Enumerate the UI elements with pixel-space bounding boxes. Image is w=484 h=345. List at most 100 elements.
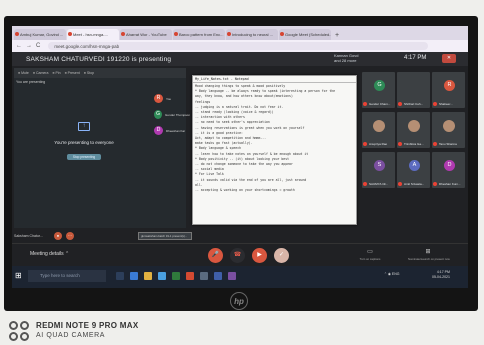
mic-muted-icon (433, 182, 437, 186)
meeting-clock: 4:17 PM (404, 55, 427, 61)
browser-tab[interactable]: Introducing to neural ... (226, 29, 278, 40)
taskbar-date: 05-04-2021 (432, 275, 450, 279)
participant-tile[interactable]: Shrihari Ceh... (397, 72, 430, 108)
present-now-label: Nominate/Launch on present now (408, 257, 450, 261)
participant-photo (373, 120, 385, 132)
mini-stop[interactable]: Stop (84, 71, 94, 75)
store-icon[interactable] (158, 272, 166, 280)
address-bar: ← → C meet.google.com/hsn-mnga-pab (12, 40, 468, 52)
notepad-title: My_Life_Notes.txt - Notepad (193, 76, 356, 83)
avatar: G (154, 110, 163, 119)
captions-label: Turn on captions (359, 257, 381, 261)
mic-off-icon[interactable]: ● (54, 232, 62, 240)
mic-muted-icon (433, 142, 437, 146)
avatar: R (444, 80, 455, 91)
edge-icon[interactable] (130, 272, 138, 280)
participant-tile[interactable]: G Gender Cham... (362, 72, 395, 108)
photo: Ambuj Kumar, Govind ... Meet - hsn-mnga-… (0, 0, 484, 345)
browser-tab[interactable]: Google Meet (Scheduled... (279, 29, 331, 40)
mic-muted-icon (363, 142, 367, 146)
mic-muted-icon (398, 102, 402, 106)
captions-icon: ▭ (367, 249, 373, 255)
doc-line: -- accepting & working on your shortcomi… (195, 188, 295, 193)
participant-tile[interactable]: D Dheshan Kum... (432, 152, 465, 188)
meet-window: SAKSHAM CHATURVEDI 191220 is presenting … (12, 52, 468, 266)
presenting-small-label: You are presenting (16, 80, 46, 84)
word-icon[interactable] (214, 272, 222, 280)
browser-tab-active[interactable]: Meet - hsn-mnga-... (67, 29, 119, 40)
self-name: Saksham Chatur... (14, 234, 43, 238)
watermark-camera: AI QUAD CAMERA (36, 332, 106, 339)
app-icon[interactable] (200, 272, 208, 280)
hand-raise-icon[interactable]: ✓ (274, 248, 289, 263)
mic-muted-icon (398, 142, 402, 146)
new-tab-button[interactable]: + (332, 32, 342, 40)
participant-name: Dheshan Kum... (439, 182, 461, 186)
participant-tile[interactable]: S SAUMYA 19... (362, 152, 395, 188)
participant-row[interactable]: D Dheeshan Kar (154, 126, 190, 135)
reload-icon[interactable]: C (36, 43, 40, 49)
camera-lens-icon (9, 321, 31, 343)
system-tray[interactable]: ⌃ ◉ ENG (384, 272, 400, 276)
browser-tab[interactable]: Ambuj Kumar, Govind ... (14, 29, 66, 40)
participant-tile[interactable]: Anupriya Rao (362, 112, 395, 148)
more-icon[interactable]: ⋯ (66, 232, 74, 240)
mic-toggle-icon[interactable]: 🎤 (208, 248, 223, 263)
browser-tab[interactable]: Aharrat Wor - YouTube (120, 29, 172, 40)
chevron-up-icon: ⌃ (65, 251, 70, 257)
presenting-text: SAKSHAM CHATURVEDI 191220 is presenting (26, 55, 172, 63)
participant-row[interactable]: G Gunder Thompson (154, 110, 190, 119)
present-now-icon: ⊞ (425, 249, 431, 255)
mini-present[interactable]: Present (65, 71, 80, 75)
participant-tile[interactable]: Trimbtica Ga... (397, 112, 430, 148)
mic-muted-icon (363, 182, 367, 186)
you-presenting-label: You're presenting to everyone (54, 140, 114, 145)
mini-camera[interactable]: Camera (33, 71, 48, 75)
app-icon[interactable] (228, 272, 236, 280)
notepad-document: My_Life_Notes.txt - Notepad Mood changin… (192, 75, 357, 225)
avatar: R (154, 94, 163, 103)
meeting-details-button[interactable]: Meeting details ⌃ (30, 251, 69, 257)
mic-muted-icon (433, 102, 437, 106)
captions-button[interactable]: ▭ Turn on captions (356, 248, 384, 261)
participant-name: Dheeshan Kar (166, 128, 186, 133)
participant-row[interactable]: R You (154, 94, 190, 103)
close-icon[interactable]: ✕ (442, 54, 456, 63)
camera-toggle-icon[interactable]: ▶ (252, 248, 267, 263)
participant-grid: G Gender Cham... Shrihari Ceh... R Shabeer..… (362, 72, 466, 232)
back-icon[interactable]: ← (16, 43, 22, 49)
url-field[interactable]: meet.google.com/hsn-mnga-pab (48, 42, 429, 50)
participant-tile[interactable]: Tanu Sharma (432, 112, 465, 148)
participant-name: Gunder Thompson (165, 112, 190, 117)
participant-name: Shabeer... (439, 102, 453, 106)
participant-tile[interactable]: A Amit Srivasta... (397, 152, 430, 188)
mini-mute[interactable]: Mute (18, 71, 29, 75)
file-explorer-icon[interactable] (144, 272, 152, 280)
monitor-chin: hp (4, 292, 478, 311)
excel-icon[interactable] (172, 272, 180, 280)
windows-start-icon[interactable]: ⊞ (15, 272, 23, 280)
forward-icon[interactable]: → (26, 43, 32, 49)
notepad-body[interactable]: Mood changing things to speak & mood pos… (193, 83, 356, 194)
taskbar-clock[interactable]: 4:17 PM 05-04-2021 (432, 270, 450, 280)
mini-toolbar: Mute Camera Pin Present Stop (14, 68, 186, 78)
chrome-icon[interactable] (186, 272, 194, 280)
taskbar-search[interactable]: Type here to search (28, 270, 106, 282)
windows-taskbar: ⊞ Type here to search ⌃ ◉ ENG 4:17 PM 05… (12, 266, 468, 288)
you-presenting-box: ↑ You're presenting to everyone Stop pre… (44, 114, 124, 184)
hangup-icon[interactable]: ☎ (230, 248, 245, 263)
participant-name: Amit Srivasta... (404, 182, 425, 186)
present-now-button[interactable]: ⊞ Nominate/Launch on present now (408, 248, 450, 261)
mid-participants: R You G Gunder Thompson D Dheeshan Kar (154, 94, 190, 142)
participant-name: SAUMYA 19... (369, 182, 388, 186)
mini-pin[interactable]: Pin (52, 71, 61, 75)
avatar: A (409, 160, 420, 171)
participant-name: You (166, 96, 172, 101)
stop-presenting-button[interactable]: Stop presenting (67, 154, 101, 160)
screen: Ambuj Kumar, Govind ... Meet - hsn-mnga-… (12, 26, 468, 288)
browser-tab[interactable]: Baroc pattern from Enc... (173, 29, 225, 40)
presentation-pane: Mute Camera Pin Present Stop You are pre… (14, 68, 186, 228)
participant-tile[interactable]: R Shabeer... (432, 72, 465, 108)
task-view-icon[interactable] (116, 272, 124, 280)
avatar: D (154, 126, 163, 135)
